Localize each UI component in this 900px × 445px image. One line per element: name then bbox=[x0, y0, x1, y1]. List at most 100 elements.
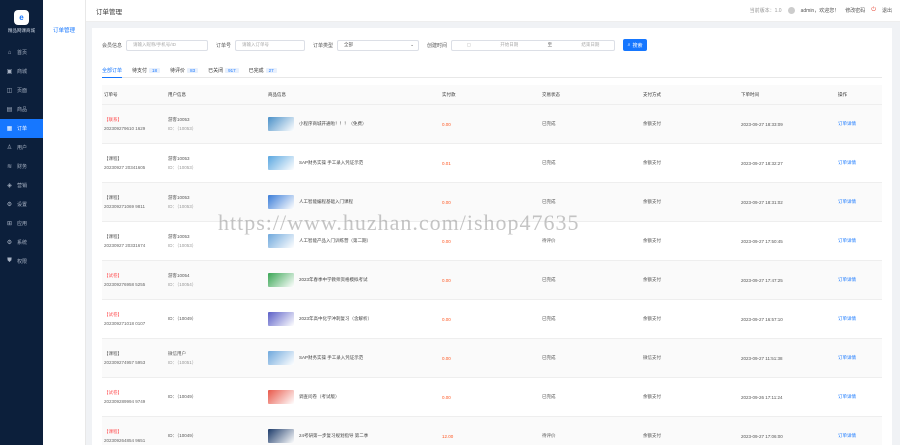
order-detail-link[interactable]: 订单详情 bbox=[838, 316, 874, 322]
order-tab[interactable]: 已完成 27 bbox=[249, 64, 277, 78]
order-detail-link[interactable]: 订单详情 bbox=[838, 355, 874, 361]
order-number: 202309289994 9749 bbox=[104, 399, 146, 404]
order-type-tag: 【试卷】 bbox=[104, 312, 122, 317]
order-detail-link[interactable]: 订单详情 bbox=[838, 277, 874, 283]
order-cell: 【课程】 202309271069 9811 bbox=[102, 195, 168, 209]
sidebar-item-label: 权限 bbox=[17, 259, 28, 265]
sidebar-item[interactable]: ⚙ 系统 bbox=[0, 233, 43, 252]
search-button[interactable]: ⌕ 搜索 bbox=[623, 39, 648, 51]
logout-link[interactable]: 退出 bbox=[882, 7, 892, 14]
sidebar-item[interactable]: ⛊ 权限 bbox=[0, 252, 43, 271]
order-tab[interactable]: 全部订单 bbox=[102, 64, 123, 78]
user-cell: 微信用户 ID：（10051） bbox=[168, 351, 268, 366]
logo[interactable]: e 精品网课商城 bbox=[0, 0, 43, 43]
order-tab[interactable]: 已关闭 917 bbox=[208, 64, 239, 78]
paid-amount: 0.00 bbox=[442, 199, 451, 205]
order-detail-link[interactable]: 订单详情 bbox=[838, 160, 874, 166]
sidebar-item[interactable]: ≋ 财务 bbox=[0, 157, 43, 176]
order-cell: 【课程】 20230927 20331674 bbox=[102, 234, 168, 248]
order-cell: 【试卷】 202309276958 5255 bbox=[102, 273, 168, 287]
order-tab[interactable]: 待支付 18 bbox=[132, 64, 161, 78]
payment-method: 余额支付 bbox=[643, 433, 661, 438]
permission-icon: ⛊ bbox=[7, 258, 12, 264]
sidebar-item-label: 商城 bbox=[17, 69, 28, 75]
user-id: ID：（10053） bbox=[168, 203, 197, 209]
sidebar-item[interactable]: ⊞ 应用 bbox=[0, 214, 43, 233]
end-date-input[interactable]: 结束日期 bbox=[581, 42, 599, 48]
column-header: 下单时间 bbox=[741, 91, 759, 97]
tab-count-badge: 27 bbox=[265, 68, 277, 73]
system-icon: ⚙ bbox=[6, 240, 13, 246]
trade-status: 已完成 bbox=[542, 121, 556, 126]
trade-status: 已完成 bbox=[542, 394, 556, 399]
avatar[interactable] bbox=[787, 7, 795, 14]
subnav-item-order-management[interactable]: 订单管理 bbox=[43, 26, 85, 34]
goods-name: SAP财务实操 手工录入凭证示范 bbox=[299, 355, 364, 360]
sidebar-item-label: 订单 bbox=[17, 126, 28, 132]
goods-thumbnail bbox=[268, 117, 294, 131]
goods-thumbnail bbox=[268, 429, 294, 443]
table-header: 订单号 用户信息 商品信息 实付款 交易状态 支付方式 下单时间 操作 bbox=[102, 85, 882, 105]
search-icon: ⌕ bbox=[627, 42, 631, 48]
order-tab[interactable]: 待评价 83 bbox=[170, 64, 199, 78]
sidebar-item[interactable]: ▣ 商城 bbox=[0, 62, 43, 81]
sidebar-item[interactable]: ◈ 营销 bbox=[0, 176, 43, 195]
order-detail-link[interactable]: 订单详情 bbox=[838, 121, 874, 127]
order-time: 2023-09-27 17:06:00 bbox=[741, 433, 783, 439]
order-type-select[interactable]: 全部 ⌄ bbox=[337, 39, 420, 51]
column-header: 实付款 bbox=[442, 91, 456, 97]
sidebar-item[interactable]: ⌂ 首页 bbox=[0, 43, 43, 62]
member-input[interactable]: 请输入昵称/手机号/ID bbox=[126, 39, 209, 51]
date-range-picker[interactable]: ▢ 开始日期 至 结束日期 bbox=[451, 39, 616, 51]
order-icon: ▦ bbox=[6, 126, 13, 132]
trade-status: 已完成 bbox=[542, 277, 556, 282]
sidebar-item-label: 页面 bbox=[17, 88, 28, 94]
greeting-text: admin，欢迎您！ bbox=[800, 8, 840, 14]
user-cell: 游客10053 ID：（10053） bbox=[168, 117, 268, 132]
sidebar-item[interactable]: ⚙ 设置 bbox=[0, 195, 43, 214]
goods-name: 调查问卷（考试版） bbox=[299, 394, 340, 399]
start-date-input[interactable]: 开始日期 bbox=[500, 42, 518, 48]
order-detail-link[interactable]: 订单详情 bbox=[838, 394, 874, 400]
sidebar-item-label: 首页 bbox=[17, 50, 28, 56]
paid-amount: 0.00 bbox=[442, 277, 451, 283]
logout-icon[interactable]: ⏻ bbox=[871, 7, 876, 14]
table-row: 【课程】 202309274957 5953 微信用户 ID：（10051） SAP财务… bbox=[102, 339, 882, 378]
goods-name: SAP财务实操 手工录入凭证示范 bbox=[299, 160, 364, 165]
order-detail-link[interactable]: 订单详情 bbox=[838, 433, 874, 439]
sidebar-item-label: 应用 bbox=[17, 221, 28, 227]
trade-status: 已完成 bbox=[542, 316, 556, 321]
order-detail-link[interactable]: 订单详情 bbox=[838, 199, 874, 205]
user-name: 游客10054 bbox=[168, 272, 190, 278]
payment-method: 余额支付 bbox=[643, 238, 661, 243]
user-id: ID：（10051） bbox=[168, 359, 197, 365]
payment-method: 余额支付 bbox=[643, 160, 661, 165]
user-icon: ♙ bbox=[6, 145, 13, 151]
sidebar-item[interactable]: ▤ 商品 bbox=[0, 100, 43, 119]
order-no-input[interactable]: 请输入订单号 bbox=[235, 39, 306, 51]
tab-count-badge: 83 bbox=[187, 68, 199, 73]
payment-method: 余额支付 bbox=[643, 394, 661, 399]
user-name: 游客10053 bbox=[168, 194, 190, 200]
table-row: 【联系】 202309279610 1629 游客10053 ID：（10053） 小程… bbox=[102, 105, 882, 144]
order-detail-link[interactable]: 订单详情 bbox=[838, 238, 874, 244]
sidebar-item[interactable]: ♙ 用户 bbox=[0, 138, 43, 157]
table-row: 【试卷】 202309271018 0107 ID：（10049） 2023年高中化学… bbox=[102, 300, 882, 339]
app-icon: ⊞ bbox=[6, 221, 13, 227]
order-number: 202309279610 1629 bbox=[104, 126, 146, 131]
user-name: ID：（10049） bbox=[168, 394, 197, 399]
order-type-tag: 【课程】 bbox=[104, 351, 122, 356]
goods-icon: ▤ bbox=[6, 107, 13, 113]
sidebar-item[interactable]: ▦ 订单 bbox=[0, 119, 43, 138]
user-cell: 游客10053 ID：（10053） bbox=[168, 195, 268, 210]
column-header: 用户信息 bbox=[168, 91, 186, 97]
goods-cell: 调查问卷（考试版） bbox=[268, 390, 442, 404]
table-row: 【试卷】 202309276958 5255 游客10054 ID：（10054） 20… bbox=[102, 261, 882, 300]
sidebar-item[interactable]: ◫ 页面 bbox=[0, 81, 43, 100]
tab-count-badge: 18 bbox=[149, 68, 161, 73]
tab-label: 待评价 bbox=[170, 68, 186, 74]
member-label: 会员信息 bbox=[102, 42, 123, 49]
order-number: 202309271018 0107 bbox=[104, 321, 146, 326]
change-password-link[interactable]: 修改密码 bbox=[845, 7, 865, 14]
user-id: ID：（10053） bbox=[168, 242, 197, 248]
